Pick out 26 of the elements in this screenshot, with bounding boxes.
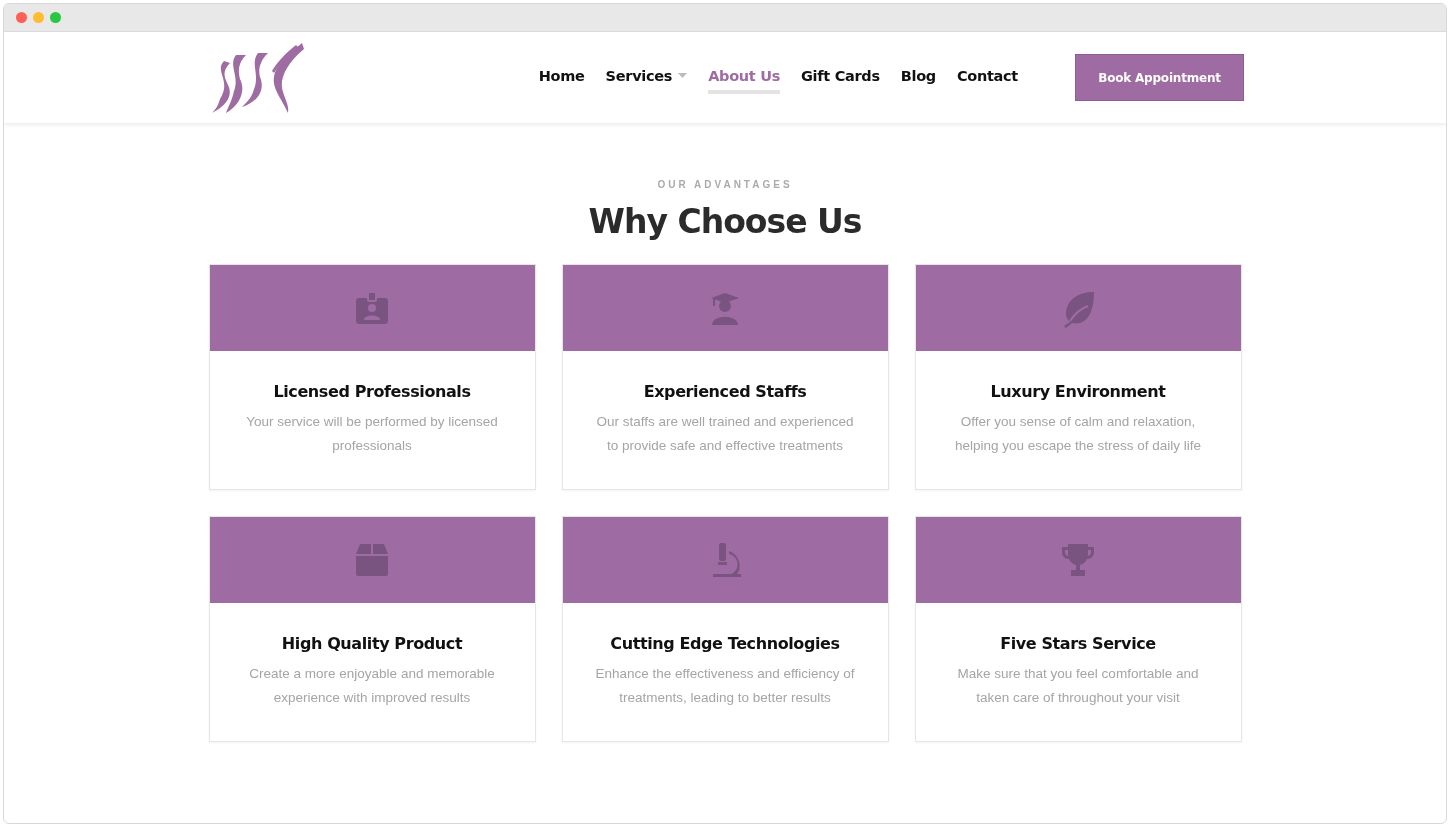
nav-link[interactable]: Contact [956, 61, 1018, 94]
nav-link[interactable]: Blog [900, 61, 936, 94]
minimize-dot[interactable] [33, 12, 44, 23]
card-description: Enhance the effectiveness and efficiency of treatments, leading to better results [594, 665, 856, 707]
section-eyebrow: OUR ADVANTAGES [657, 179, 793, 190]
card-title: Licensed Professionals [272, 382, 472, 401]
card-title: Experienced Staffs [642, 382, 808, 401]
card-title: Cutting Edge Technologies [609, 634, 841, 653]
nav-link[interactable]: Services [605, 61, 688, 94]
card-description: Your service will be performed by licensed professionals [245, 413, 499, 455]
card-title: Five Stars Service [999, 634, 1157, 653]
card-title: High Quality Product [280, 634, 464, 653]
card-description: Make sure that you feel comfortable and taken care of throughout your visit [956, 665, 1200, 707]
card-description: Offer you sense of calm and relaxation, helping you escape the stress of daily life [953, 413, 1203, 455]
close-dot[interactable] [16, 12, 27, 23]
card-description: Our staffs are well trained and experienced to provide safe and effective treatments [595, 413, 855, 455]
maximize-dot[interactable] [50, 12, 61, 23]
caret-icon[interactable] [678, 73, 688, 78]
book-appointment-button[interactable]: Book Appointment [1075, 54, 1244, 101]
nav-link[interactable]: Gift Cards [801, 61, 880, 94]
card-description: Create a more enjoyable and memorable experience with improved results [248, 665, 496, 707]
card-title: Luxury Environment [989, 382, 1167, 401]
section-title: Why Choose Us [588, 202, 862, 241]
nav-link[interactable]: Home [538, 61, 585, 94]
nav-link[interactable]: About Us [708, 61, 780, 94]
logo-icon[interactable] [210, 40, 306, 115]
